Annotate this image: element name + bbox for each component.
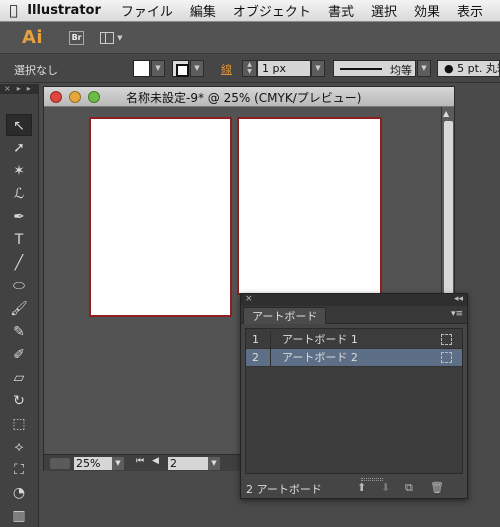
minimize-window-button[interactable] [69, 91, 81, 103]
graph-tool-icon[interactable]: ▥ [6, 505, 32, 527]
artboard-row-2[interactable]: 2 アートボード 2 [246, 349, 462, 367]
width-tool-icon[interactable]: ⟡ [6, 436, 32, 458]
arrange-documents-button[interactable]: ▼ [100, 31, 123, 44]
move-down-icon[interactable]: ⬇ [381, 481, 390, 494]
zoom-dropdown[interactable]: ▼ [112, 457, 124, 470]
stroke-dropdown[interactable]: ▼ [190, 60, 204, 77]
eraser-tool-icon[interactable]: ▱ [6, 367, 32, 389]
profile-label: 均等 [390, 64, 412, 77]
new-artboard-icon[interactable]: ⧉ [405, 481, 413, 495]
document-title-bar[interactable]: 名称未設定-9* @ 25% (CMYK/プレビュー) [44, 87, 454, 107]
variable-width-profile[interactable]: 均等 [333, 60, 416, 77]
artboard-1[interactable] [89, 117, 232, 317]
tools-panel: ×▸▸ ↖ ➚ ✶ ℒ ✒ T ╱ ⬭ 🖌 ✎ ✐ ▱ ↻ ⬚ ⟡ ⛶ ◔ ▥ [0, 84, 39, 527]
magic-wand-tool-icon[interactable]: ✶ [6, 160, 32, 182]
direct-selection-tool-icon[interactable]: ➚ [6, 137, 32, 159]
bridge-button[interactable]: Br [69, 30, 85, 45]
artboard-count: 2 アートボード [246, 483, 322, 496]
stroke-label[interactable]: 線 [221, 61, 232, 77]
brush-definition[interactable]: ● 5 pt. 丸筆 [437, 60, 500, 77]
line-tool-icon[interactable]: ╱ [6, 252, 32, 274]
apple-icon[interactable]:  [0, 3, 27, 19]
menu-type[interactable]: 書式 [328, 1, 354, 20]
paintbrush-tool-icon[interactable]: 🖌 [6, 298, 32, 320]
profile-dropdown[interactable]: ▼ [417, 60, 431, 77]
fill-swatch[interactable] [133, 60, 150, 77]
panel-menu-icon[interactable]: ▾≡ [451, 309, 463, 319]
scroll-up-icon[interactable]: ▲ [443, 109, 449, 118]
artboard-row-number: 2 [252, 351, 259, 364]
collapse-panel-icon[interactable]: ◂◂ [454, 294, 463, 305]
layout-icon [100, 31, 115, 44]
panel-header[interactable]: × ◂◂ [241, 294, 467, 306]
panel-tab-row: アートボード ▾≡ [241, 306, 467, 324]
scale-tool-icon[interactable]: ⬚ [6, 413, 32, 435]
stroke-weight-dropdown[interactable]: ▼ [311, 60, 325, 77]
status-icon[interactable] [50, 458, 70, 469]
artboards-panel: × ◂◂ アートボード ▾≡ 1 アートボード 1 2 アートボード 2 2 ア… [240, 293, 468, 499]
tab-artboards[interactable]: アートボード [243, 307, 327, 324]
artboard-row-number: 1 [252, 333, 259, 346]
menu-file[interactable]: ファイル [121, 1, 173, 20]
move-up-icon[interactable]: ⬆ [357, 481, 366, 494]
artboard-2[interactable] [237, 117, 382, 295]
ellipse-tool-icon[interactable]: ⬭ [6, 275, 32, 297]
selection-tool-icon[interactable]: ↖ [6, 114, 32, 136]
free-transform-tool-icon[interactable]: ⛶ [6, 459, 32, 481]
zoom-level-field[interactable]: 25% [74, 457, 112, 470]
menu-effect[interactable]: 効果 [414, 1, 440, 20]
stroke-swatch[interactable] [172, 60, 189, 77]
artboard-options-icon[interactable] [441, 352, 452, 363]
stroke-weight-stepper[interactable]: ▲ ▼ [242, 60, 257, 77]
menu-edit[interactable]: 編集 [190, 1, 216, 20]
artboard-row-1[interactable]: 1 アートボード 1 [246, 331, 462, 349]
artboard-number-dropdown[interactable]: ▼ [208, 457, 220, 470]
document-title: 名称未設定-9* @ 25% (CMYK/プレビュー) [126, 91, 362, 105]
close-window-button[interactable] [50, 91, 62, 103]
fill-dropdown[interactable]: ▼ [151, 60, 165, 77]
menu-select[interactable]: 選択 [371, 1, 397, 20]
shape-builder-tool-icon[interactable]: ◔ [6, 482, 32, 504]
delete-artboard-icon[interactable]: 🗑 [430, 481, 444, 494]
previous-artboard-icon[interactable]: ◀ [152, 456, 159, 466]
menu-bar:  Illustrator ファイル 編集 オブジェクト 書式 選択 効果 表示 [0, 0, 500, 22]
artboard-options-icon[interactable] [441, 334, 452, 345]
first-artboard-icon[interactable]: ⏮ [136, 456, 144, 466]
rotate-tool-icon[interactable]: ↻ [6, 390, 32, 412]
artboard-number-field[interactable]: 2 [168, 457, 208, 470]
close-panel-icon[interactable]: × [245, 294, 253, 305]
stroke-weight-field[interactable]: 1 px [257, 60, 311, 77]
lasso-tool-icon[interactable]: ℒ [6, 183, 32, 205]
selection-status: 選択なし [14, 64, 58, 77]
panel-footer: 2 アートボード ⬆ ⬇ ⧉ 🗑 [241, 478, 467, 498]
pencil-tool-icon[interactable]: ✎ [6, 321, 32, 343]
zoom-window-button[interactable] [88, 91, 100, 103]
control-panel: 選択なし ▼ ▼ 線 ▲▼ 1 px ▼ 均等 ▼ ● 5 pt. 丸筆 [0, 55, 500, 83]
artboard-list: 1 アートボード 1 2 アートボード 2 [245, 328, 463, 474]
pen-tool-icon[interactable]: ✒ [6, 206, 32, 228]
type-tool-icon[interactable]: T [6, 229, 32, 251]
ai-logo: Ai [22, 27, 44, 48]
artboard-row-name: アートボード 2 [282, 351, 358, 364]
tools-panel-header[interactable]: ×▸▸ [0, 84, 39, 94]
app-menu[interactable]: Illustrator [27, 3, 101, 18]
blob-brush-tool-icon[interactable]: ✐ [6, 344, 32, 366]
artboard-row-name: アートボード 1 [282, 333, 358, 346]
brush-label: 5 pt. 丸筆 [457, 62, 499, 75]
chevron-down-icon: ▼ [117, 33, 123, 42]
profile-line [340, 68, 382, 70]
menu-view[interactable]: 表示 [457, 1, 483, 20]
application-bar: Ai Br ▼ [0, 22, 500, 54]
menu-object[interactable]: オブジェクト [233, 1, 311, 20]
